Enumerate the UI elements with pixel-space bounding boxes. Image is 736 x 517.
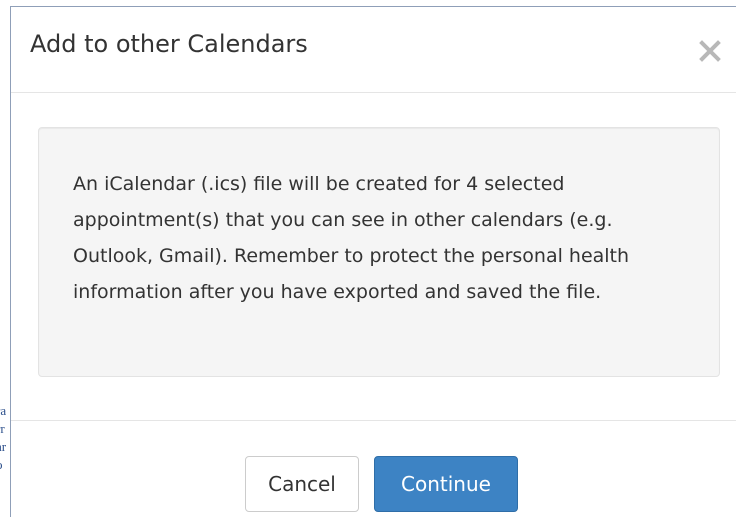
dialog-footer: Cancel Continue — [11, 420, 736, 517]
add-to-calendars-dialog: Add to other Calendars An iCalendar (.ic… — [10, 6, 736, 517]
background-text-fragment: ra — [0, 403, 7, 418]
cancel-button[interactable]: Cancel — [245, 456, 359, 512]
dialog-header: Add to other Calendars — [11, 7, 736, 93]
info-message-well: An iCalendar (.ics) file will be created… — [38, 127, 720, 377]
dialog-body: An iCalendar (.ics) file will be created… — [11, 93, 736, 419]
background-text-fragment: rr — [0, 421, 5, 436]
close-button[interactable] — [696, 37, 724, 65]
background-page-text: ra rr ar o — [0, 402, 10, 474]
dialog-title: Add to other Calendars — [30, 30, 308, 58]
background-text-fragment: o — [0, 456, 10, 474]
background-text-fragment: ar — [0, 439, 7, 454]
close-icon — [699, 40, 721, 62]
info-message: An iCalendar (.ics) file will be created… — [73, 173, 630, 303]
continue-button[interactable]: Continue — [374, 456, 518, 512]
page: ra rr ar o Add to other Calendars An iCa… — [0, 0, 736, 517]
